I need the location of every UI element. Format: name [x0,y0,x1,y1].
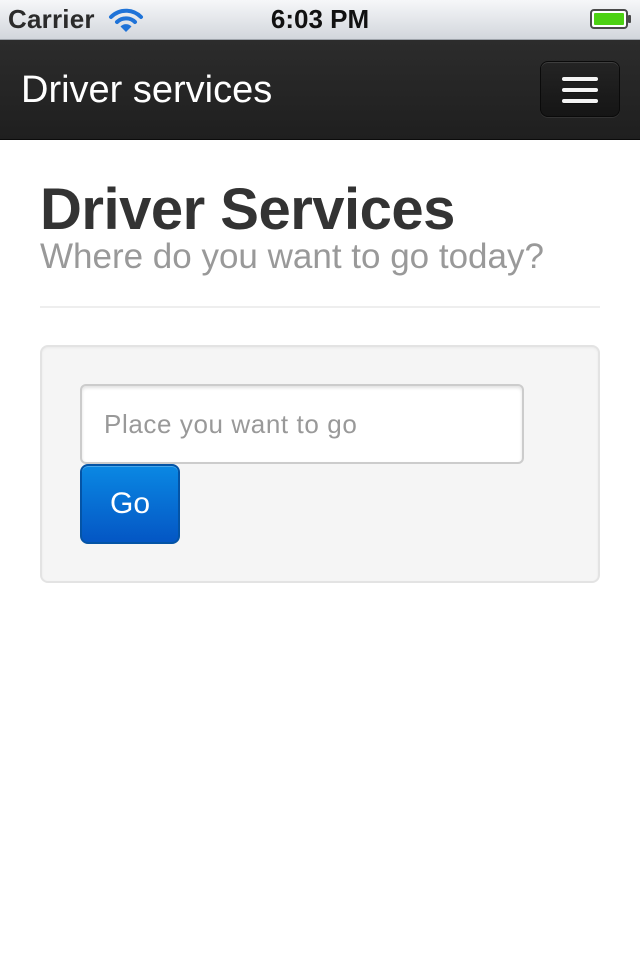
hamburger-bar-icon [562,88,598,92]
status-bar: Carrier 6:03 PM [0,0,640,40]
page-title: Driver Services [40,177,455,242]
header-divider [40,306,600,308]
hamburger-bar-icon [562,77,598,81]
page-subtitle: Where do you want to go today? [40,237,544,276]
menu-toggle-button[interactable] [540,61,620,117]
battery-icon [590,9,631,29]
go-button[interactable]: Go [80,464,180,544]
hamburger-bar-icon [562,99,598,103]
navbar: Driver services [0,40,640,140]
navbar-brand[interactable]: Driver services [21,68,272,112]
status-time: 6:03 PM [270,4,370,34]
destination-input[interactable] [80,384,524,464]
